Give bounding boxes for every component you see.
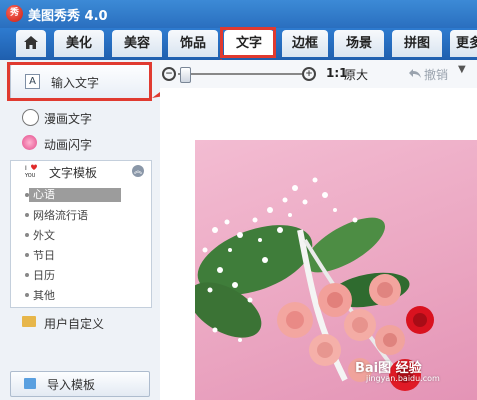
tab-border[interactable]: 边框 bbox=[282, 30, 328, 57]
text-template-panel: I YOU 文字模板 ︽ 心语 网络流行语 外文 节日 日历 其他 bbox=[10, 160, 152, 308]
animated-text-item[interactable]: 动画闪字 bbox=[22, 134, 142, 154]
bullet-icon bbox=[25, 213, 29, 217]
user-defined-label: 用户自定义 bbox=[44, 317, 105, 331]
import-icon bbox=[24, 378, 36, 389]
template-item-other[interactable]: 其他 bbox=[33, 287, 55, 303]
i-love-you-icon: I YOU bbox=[25, 164, 37, 178]
undo-button[interactable]: 撤销 bbox=[424, 66, 448, 83]
svg-text:I: I bbox=[25, 165, 27, 172]
template-item-heart-words[interactable]: 心语 bbox=[29, 188, 121, 202]
zoom-slider-track[interactable] bbox=[178, 73, 302, 75]
zoom-slider-handle[interactable] bbox=[180, 67, 191, 83]
collapse-chevron-icon[interactable]: ︽ bbox=[132, 165, 144, 177]
watermark-url: jingyan.baidu.com bbox=[366, 374, 440, 383]
bullet-icon bbox=[25, 253, 29, 257]
tab-more[interactable]: 更多 bbox=[450, 30, 477, 57]
tab-makeup[interactable]: 美容 bbox=[112, 30, 162, 57]
svg-text:YOU: YOU bbox=[25, 173, 36, 178]
home-tab[interactable] bbox=[16, 30, 46, 57]
app-title: 美图秀秀 4.0 bbox=[28, 9, 108, 24]
main-tab-bar: 美化 美容 饰品 文字 边框 场景 拼图 更多 bbox=[0, 28, 477, 60]
tab-beautify[interactable]: 美化 bbox=[54, 30, 104, 57]
import-template-button[interactable]: 导入模板 bbox=[10, 371, 150, 397]
bouquet-image bbox=[195, 177, 434, 391]
speech-bubble-icon bbox=[22, 109, 39, 126]
bullet-icon bbox=[25, 293, 29, 297]
zoom-in-icon[interactable]: + bbox=[302, 67, 316, 81]
import-template-label: 导入模板 bbox=[47, 378, 96, 392]
undo-icon[interactable] bbox=[408, 68, 422, 79]
zoom-out-icon[interactable]: − bbox=[162, 67, 176, 81]
home-icon bbox=[24, 36, 38, 49]
template-item-internet-slang[interactable]: 网络流行语 bbox=[33, 207, 88, 223]
sparkle-heart-icon bbox=[22, 135, 37, 150]
bullet-icon bbox=[25, 273, 29, 277]
original-size-button[interactable]: 原大 bbox=[344, 66, 368, 83]
input-text-label: 输入文字 bbox=[51, 76, 100, 90]
animated-text-label: 动画闪字 bbox=[44, 138, 93, 152]
template-item-calendar[interactable]: 日历 bbox=[33, 267, 55, 283]
bullet-icon bbox=[25, 233, 29, 237]
folder-icon bbox=[22, 316, 36, 327]
tab-collage[interactable]: 拼图 bbox=[392, 30, 442, 57]
input-text-button[interactable]: A 输入文字 bbox=[10, 64, 150, 100]
title-bar: 秀 美图秀秀 4.0 bbox=[0, 0, 477, 28]
template-item-holidays[interactable]: 节日 bbox=[33, 247, 55, 263]
photo-flower-bouquet bbox=[195, 140, 477, 400]
tab-accessories[interactable]: 饰品 bbox=[168, 30, 218, 57]
template-header-label: 文字模板 bbox=[49, 166, 98, 180]
undo-dropdown-chevron-icon[interactable]: ▼ bbox=[458, 64, 466, 75]
text-a-icon: A bbox=[25, 74, 40, 89]
tab-scene[interactable]: 场景 bbox=[334, 30, 384, 57]
app-logo: 秀 bbox=[6, 5, 23, 22]
template-item-foreign[interactable]: 外文 bbox=[33, 227, 55, 243]
comic-text-item[interactable]: 漫画文字 bbox=[22, 108, 142, 128]
user-defined-item[interactable]: 用户自定义 bbox=[22, 314, 142, 334]
comic-text-label: 漫画文字 bbox=[44, 112, 93, 126]
tab-text[interactable]: 文字 bbox=[224, 30, 274, 57]
